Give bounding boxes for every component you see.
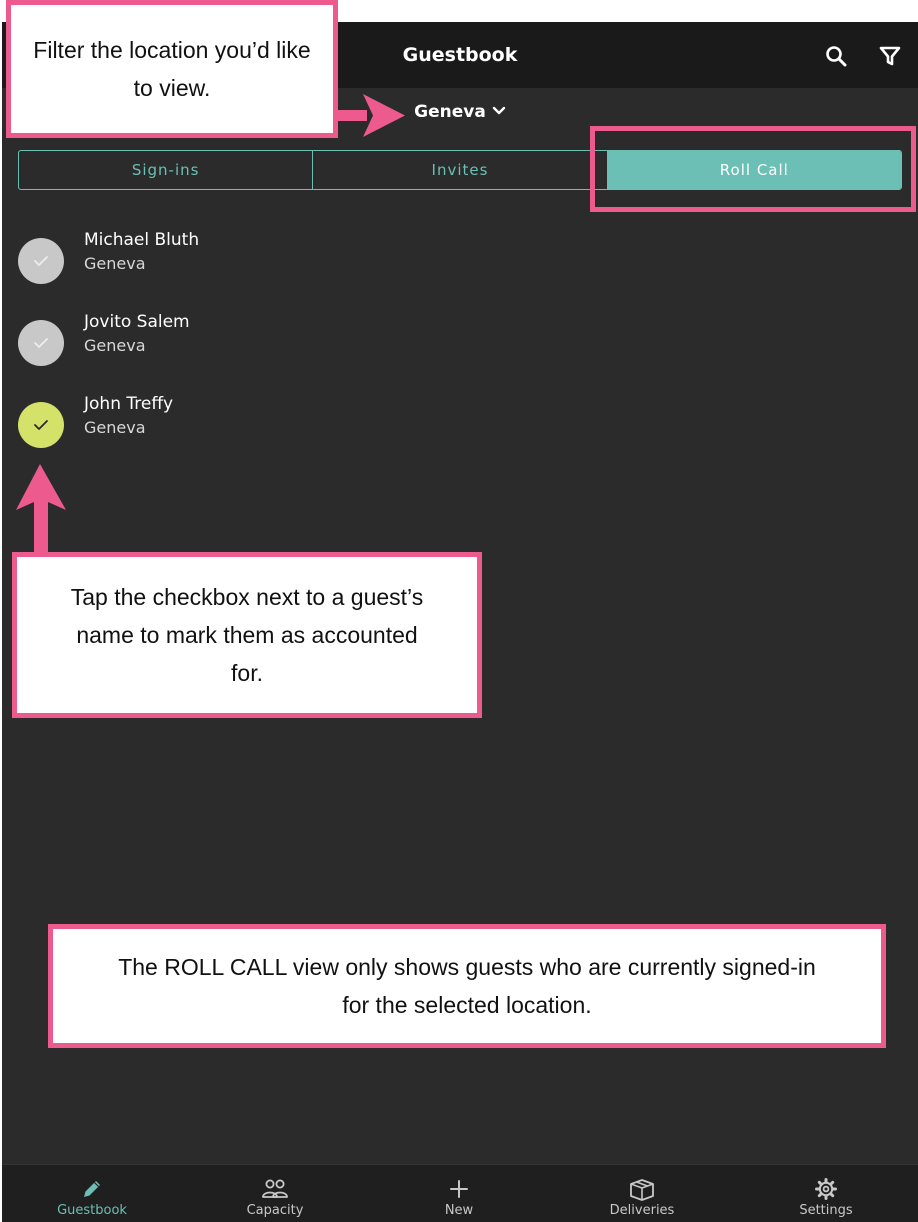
bottom-nav: Guestbook Capacity New Deliveries Settin… <box>2 1164 918 1222</box>
callout-text: The ROLL CALL view only shows guests who… <box>118 954 816 1018</box>
guest-location: Geneva <box>84 336 146 355</box>
tab-sign-ins[interactable]: Sign-ins <box>19 151 314 189</box>
arrow-up-icon <box>16 464 66 558</box>
search-icon[interactable] <box>822 42 850 70</box>
guest-checkbox[interactable] <box>18 402 64 448</box>
arrow-right-icon <box>333 94 405 137</box>
check-icon <box>34 420 48 430</box>
tab-invites[interactable]: Invites <box>313 151 608 189</box>
nav-label: Settings <box>799 1203 853 1218</box>
guest-row: Jovito Salem Geneva <box>18 312 618 372</box>
callout-checkbox-tip: Tap the checkbox next to a guest’s name … <box>12 552 482 718</box>
people-icon <box>262 1179 288 1198</box>
pencil-icon <box>84 1181 100 1197</box>
guest-checkbox[interactable] <box>18 320 64 366</box>
nav-capacity[interactable]: Capacity <box>195 1165 355 1222</box>
nav-new[interactable]: New <box>379 1165 539 1222</box>
plus-icon <box>450 1180 468 1198</box>
callout-roll-call-info: The ROLL CALL view only shows guests who… <box>48 924 886 1048</box>
nav-label: Guestbook <box>57 1203 127 1218</box>
nav-label: New <box>444 1203 474 1218</box>
guest-name: Michael Bluth <box>84 230 200 250</box>
callout-text: Tap the checkbox next to a guest’s name … <box>70 584 424 686</box>
gear-icon <box>815 1178 837 1200</box>
roll-call-highlight <box>590 126 916 212</box>
callout-filter-location: Filter the location you’d like to view. <box>6 0 338 138</box>
guest-name: Jovito Salem <box>84 312 190 332</box>
check-icon <box>34 338 48 348</box>
nav-deliveries[interactable]: Deliveries <box>562 1165 722 1222</box>
guest-checkbox[interactable] <box>18 238 64 284</box>
nav-label: Capacity <box>246 1203 304 1218</box>
location-label: Geneva <box>414 102 486 122</box>
check-icon <box>34 256 48 266</box>
guest-row: Michael Bluth Geneva <box>18 230 618 290</box>
guest-location: Geneva <box>84 418 146 437</box>
chevron-down-icon <box>492 101 506 121</box>
guest-location: Geneva <box>84 254 146 273</box>
nav-guestbook[interactable]: Guestbook <box>12 1165 172 1222</box>
callout-text: Filter the location you’d like to view. <box>33 37 311 101</box>
guest-row: John Treffy Geneva <box>18 394 618 454</box>
filter-icon[interactable] <box>876 42 904 70</box>
guest-name: John Treffy <box>84 394 174 414</box>
package-icon <box>630 1179 654 1201</box>
nav-settings[interactable]: Settings <box>746 1165 906 1222</box>
nav-label: Deliveries <box>609 1203 675 1218</box>
